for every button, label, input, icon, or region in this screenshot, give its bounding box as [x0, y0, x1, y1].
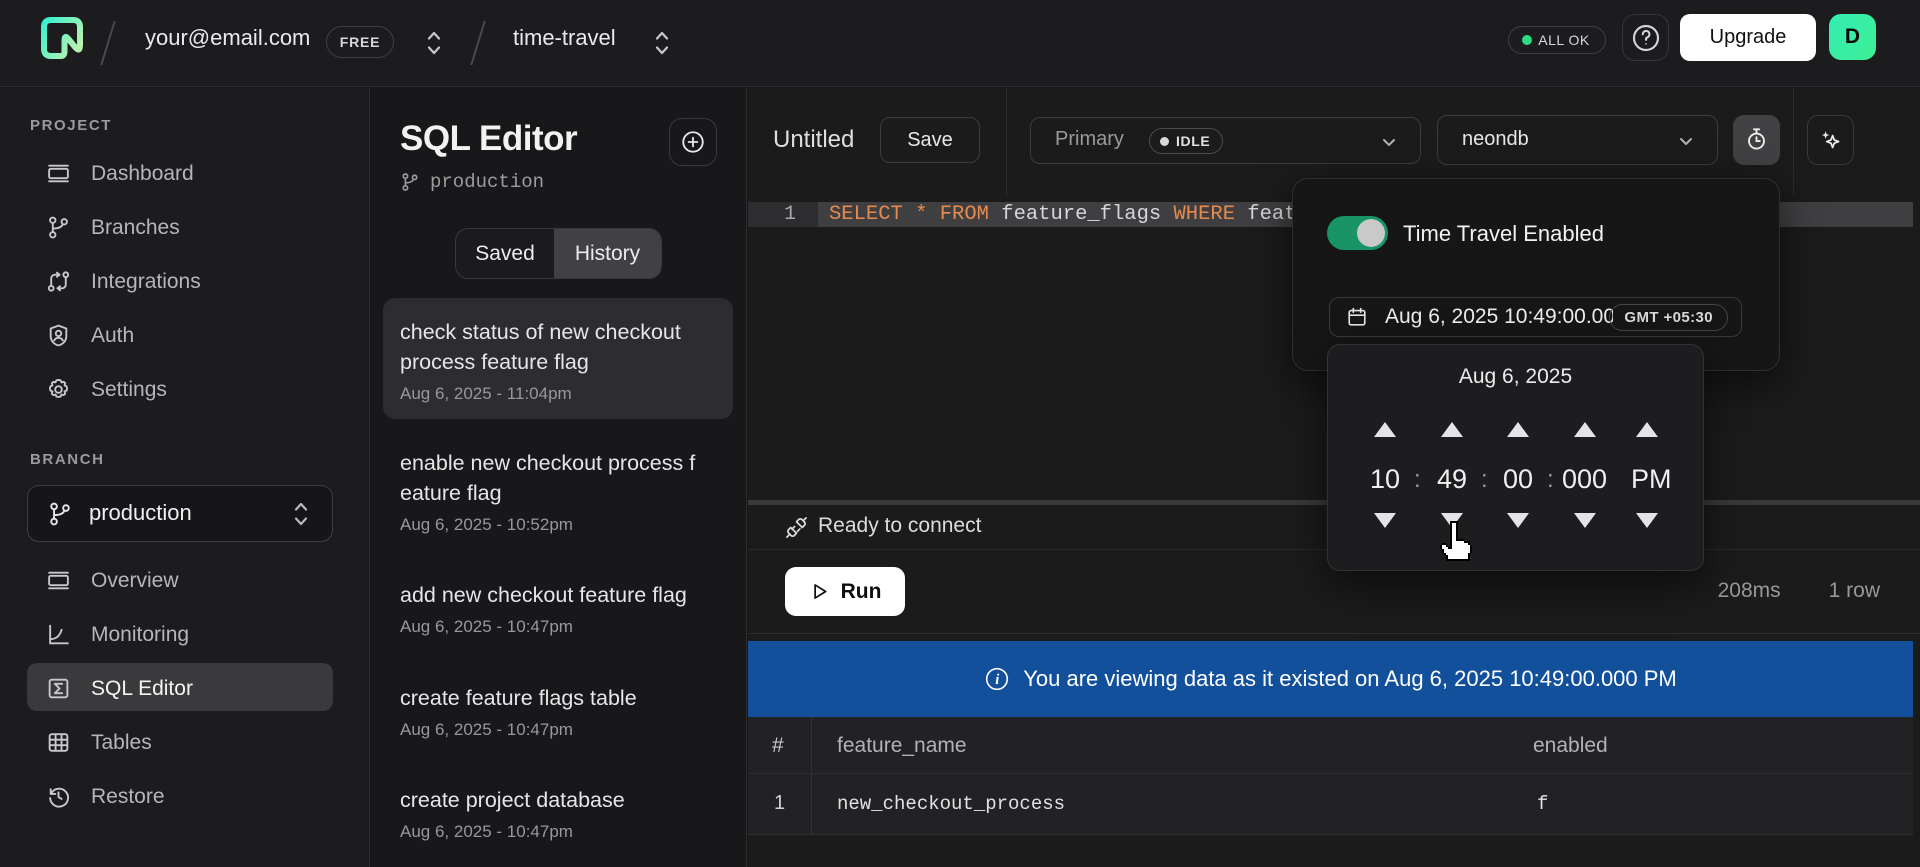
svg-text:i: i — [996, 672, 1000, 688]
